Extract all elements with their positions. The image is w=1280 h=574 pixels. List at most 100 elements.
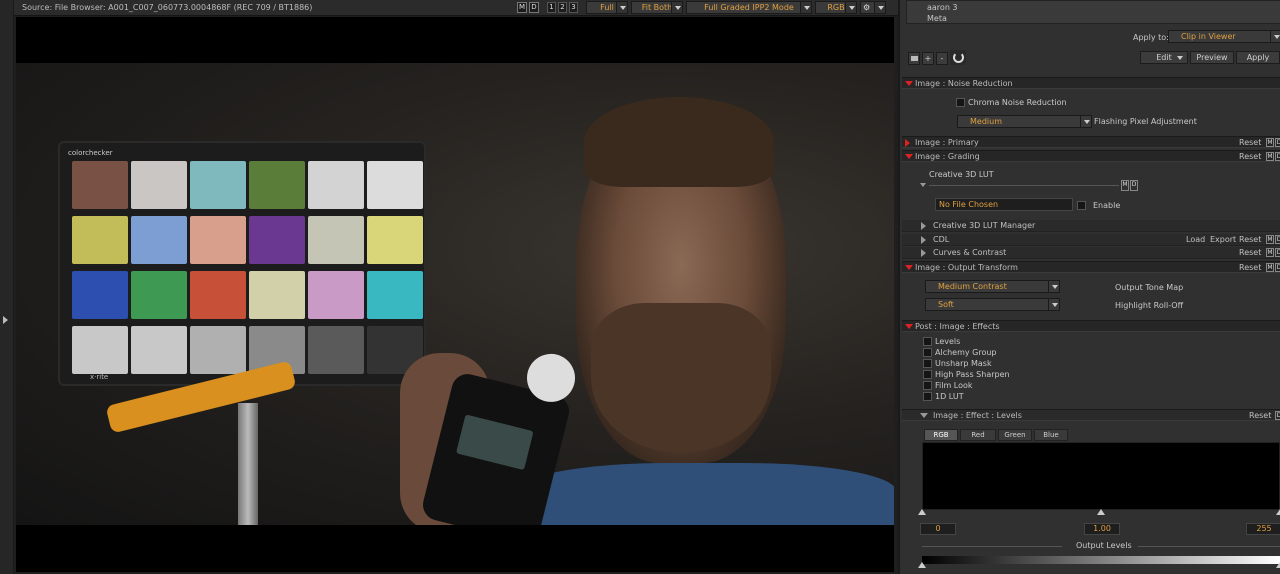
reset-button[interactable]: Reset [1249, 411, 1271, 420]
gamma-handle[interactable] [1097, 509, 1105, 515]
add-button[interactable]: + [922, 52, 934, 65]
load-button[interactable]: Load [1186, 235, 1205, 244]
cdl-row[interactable]: CDL Load Export Reset M D [902, 234, 1280, 246]
m-toggle[interactable]: M [517, 2, 527, 13]
expand-left-panel-icon[interactable] [3, 316, 8, 324]
apply-button[interactable]: Apply [1236, 51, 1280, 64]
expand-icon[interactable] [921, 222, 926, 230]
tab-rgb[interactable]: RGB [924, 429, 958, 441]
black-point-field[interactable]: 0 [920, 523, 956, 535]
fit-dropdown[interactable]: Fit Both [631, 1, 683, 14]
m-toggle[interactable]: M [1266, 138, 1274, 147]
buffer-3-button[interactable]: 3 [569, 2, 578, 13]
lut-manager-row[interactable]: Creative 3D LUT Manager [902, 220, 1280, 232]
chevron-down-icon [616, 2, 627, 13]
tab-blue[interactable]: Blue [1034, 429, 1068, 441]
channel-dropdown[interactable]: RGB [815, 1, 857, 14]
mode-dropdown[interactable]: Full Graded IPP2 Mode [686, 1, 812, 14]
video-frame[interactable]: colorchecker x·rite [16, 17, 894, 572]
refresh-button[interactable] [950, 50, 966, 65]
m-toggle[interactable]: M [1266, 235, 1274, 244]
d-toggle[interactable]: D [1275, 138, 1280, 147]
flashing-pixel-dropdown[interactable]: Medium [957, 115, 1092, 128]
noise-reduction-header[interactable]: Image : Noise Reduction [902, 77, 1280, 89]
tone-map-dropdown[interactable]: Medium Contrast [925, 280, 1060, 293]
film-look-checkbox[interactable] [923, 381, 932, 390]
d-toggle[interactable]: D [1275, 411, 1280, 420]
m-toggle[interactable]: M [1266, 248, 1274, 257]
list-item[interactable]: Meta [927, 14, 947, 23]
effect-label: Alchemy Group [935, 348, 997, 357]
white-point-handle[interactable] [1276, 509, 1280, 515]
color-swatch [308, 161, 364, 209]
reset-button[interactable]: Reset [1239, 152, 1261, 161]
reset-button[interactable]: Reset [1239, 235, 1261, 244]
source-label: Source: File Browser: A001_C007_060773.0… [22, 3, 313, 12]
alchemy-checkbox[interactable] [923, 348, 932, 357]
output-black-handle[interactable] [918, 562, 926, 568]
viewer-settings-button[interactable]: ⚙ [860, 1, 886, 14]
effects-header[interactable]: Post : Image : Effects [902, 320, 1280, 332]
reset-button[interactable]: Reset [1239, 263, 1261, 272]
white-point-field[interactable]: 255 [1246, 523, 1280, 535]
collapse-icon[interactable] [905, 81, 913, 86]
d-toggle[interactable]: D [1275, 235, 1280, 244]
output-white-handle[interactable] [1276, 562, 1280, 568]
unsharp-checkbox[interactable] [923, 359, 932, 368]
left-panel-strip[interactable] [0, 0, 14, 574]
curves-label: Curves & Contrast [933, 248, 1007, 257]
m-toggle[interactable]: M [1266, 263, 1274, 272]
edit-label: Edit [1156, 53, 1172, 62]
levels-histogram[interactable] [922, 442, 1280, 510]
d-toggle[interactable]: D [529, 2, 539, 13]
collapse-icon[interactable] [920, 413, 928, 418]
preset-list[interactable]: aaron 3 Meta [906, 0, 1280, 24]
cdl-label: CDL [933, 235, 950, 244]
list-item[interactable]: aaron 3 [927, 3, 958, 12]
edit-button[interactable]: Edit [1140, 51, 1188, 64]
apply-to-dropdown[interactable]: Clip in Viewer [1168, 30, 1280, 43]
1d-lut-checkbox[interactable] [923, 392, 932, 401]
buffer-2-button[interactable]: 2 [558, 2, 567, 13]
collapse-icon[interactable] [905, 324, 913, 329]
expand-icon[interactable] [921, 236, 926, 244]
collapse-icon[interactable] [905, 265, 913, 270]
folder-button[interactable] [908, 52, 920, 65]
buffer-1-button[interactable]: 1 [547, 2, 556, 13]
gamma-field[interactable]: 1.00 [1084, 523, 1120, 535]
export-button[interactable]: Export [1210, 235, 1236, 244]
expand-icon[interactable] [921, 249, 926, 257]
d-toggle[interactable]: D [1275, 263, 1280, 272]
color-swatch [190, 271, 246, 319]
output-transform-header[interactable]: Image : Output Transform Reset M D [902, 261, 1280, 273]
chroma-noise-checkbox[interactable] [956, 98, 965, 107]
levels-header[interactable]: Image : Effect : Levels Reset D [902, 409, 1280, 421]
tab-red[interactable]: Red [960, 429, 996, 441]
reset-button[interactable]: Reset [1239, 248, 1261, 257]
d-toggle[interactable]: D [1275, 152, 1280, 161]
d-toggle[interactable]: D [1275, 248, 1280, 257]
output-levels-gradient[interactable] [922, 556, 1280, 564]
remove-button[interactable]: - [936, 52, 948, 65]
quality-dropdown[interactable]: Full [586, 1, 628, 14]
levels-checkbox[interactable] [923, 337, 932, 346]
reset-button[interactable]: Reset [1239, 138, 1261, 147]
high-pass-checkbox[interactable] [923, 370, 932, 379]
curves-row[interactable]: Curves & Contrast Reset M D [902, 247, 1280, 259]
m-toggle[interactable]: M [1266, 152, 1274, 161]
lut-file-field[interactable]: No File Chosen [935, 198, 1073, 211]
grading-header[interactable]: Image : Grading Reset M D [902, 150, 1280, 162]
primary-header[interactable]: Image : Primary Reset M D [902, 136, 1280, 148]
lut-enable-checkbox[interactable] [1077, 201, 1086, 210]
collapse-icon[interactable] [905, 154, 913, 159]
rolloff-dropdown[interactable]: Soft [925, 298, 1060, 311]
preview-button[interactable]: Preview [1190, 51, 1234, 64]
lut-expand-icon[interactable] [920, 183, 926, 187]
color-swatch [308, 216, 364, 264]
lut-enable-label: Enable [1093, 201, 1121, 210]
black-point-handle[interactable] [918, 509, 926, 515]
expand-icon[interactable] [905, 139, 910, 147]
d-toggle[interactable]: D [1130, 180, 1138, 191]
m-toggle[interactable]: M [1121, 180, 1129, 191]
tab-green[interactable]: Green [998, 429, 1032, 441]
